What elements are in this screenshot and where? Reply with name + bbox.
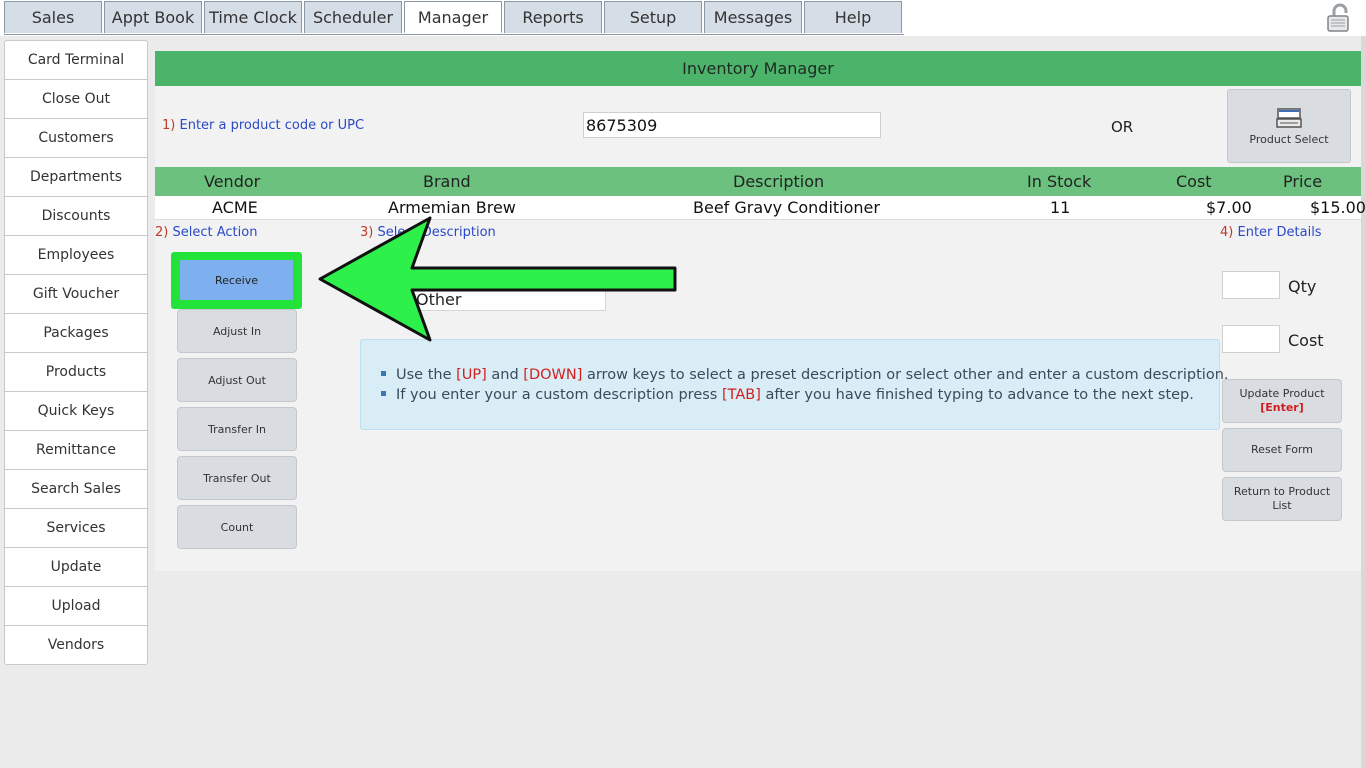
help-line-2: If you enter your a custom description p…: [381, 387, 1194, 403]
sidebar-item-search-sales[interactable]: Search Sales: [5, 470, 147, 509]
table-row[interactable]: ACME Armemian Brew Beef Gravy Conditione…: [155, 196, 1366, 220]
receive-button[interactable]: Receive: [180, 260, 293, 300]
update-product-label: Update Product: [1239, 387, 1325, 400]
page-title: Inventory Manager: [155, 51, 1361, 86]
step3-number: 3): [360, 225, 374, 240]
or-label: OR: [1111, 118, 1134, 136]
transfer-in-button[interactable]: Transfer In: [177, 407, 297, 451]
reset-form-button[interactable]: Reset Form: [1222, 428, 1342, 472]
receive-highlight: Receive: [171, 252, 302, 309]
tab-time-clock[interactable]: Time Clock: [204, 1, 302, 33]
step2-label: 2) Select Action: [155, 225, 257, 240]
tab-scheduler[interactable]: Scheduler: [304, 1, 402, 33]
tab-appt-book[interactable]: Appt Book: [104, 1, 202, 33]
sidebar-item-remittance[interactable]: Remittance: [5, 431, 147, 470]
unlock-icon[interactable]: [1325, 3, 1355, 33]
sidebar-item-products[interactable]: Products: [5, 353, 147, 392]
tab-reports[interactable]: Reports: [504, 1, 602, 33]
top-nav: Sales Appt Book Time Clock Scheduler Man…: [0, 0, 1366, 36]
update-product-button[interactable]: Update Product [Enter]: [1222, 379, 1342, 423]
help-line-1-b: and: [486, 367, 524, 383]
step3-label: 3) Select Description: [360, 225, 496, 240]
help-infobox: Use the [UP] and [DOWN] arrow keys to se…: [360, 339, 1229, 430]
sidebar-item-discounts[interactable]: Discounts: [5, 197, 147, 236]
sidebar-item-upload[interactable]: Upload: [5, 587, 147, 626]
tab-help[interactable]: Help: [804, 1, 902, 33]
key-up: [UP]: [456, 367, 487, 383]
sidebar-item-vendors[interactable]: Vendors: [5, 626, 147, 664]
cost-input[interactable]: [1222, 325, 1280, 353]
cell-cost: $7.00: [1206, 198, 1252, 217]
return-to-product-list-button[interactable]: Return to Product List: [1222, 477, 1342, 521]
cell-price: $15.00: [1310, 198, 1366, 217]
bullet-icon: [381, 390, 386, 396]
sidebar-item-packages[interactable]: Packages: [5, 314, 147, 353]
help-line-1: Use the [UP] and [DOWN] arrow keys to se…: [381, 367, 1229, 383]
sidebar-item-quick-keys[interactable]: Quick Keys: [5, 392, 147, 431]
step4-text: Enter Details: [1237, 225, 1322, 240]
tab-sales[interactable]: Sales: [4, 1, 102, 33]
register-icon: [1276, 107, 1302, 128]
cell-brand: Armemian Brew: [388, 198, 516, 217]
tab-divider: [4, 34, 904, 35]
return-label: Return to Product List: [1233, 485, 1331, 512]
step4-number: 4): [1220, 225, 1234, 240]
transfer-out-button[interactable]: Transfer Out: [177, 456, 297, 500]
qty-input[interactable]: [1222, 271, 1280, 299]
sidebar-item-departments[interactable]: Departments: [5, 158, 147, 197]
col-brand: Brand: [423, 172, 471, 191]
step1-text: Enter a product code or UPC: [179, 118, 365, 133]
help-line-1-a: Use the: [396, 367, 457, 383]
tab-messages[interactable]: Messages: [704, 1, 802, 33]
bullet-icon: [381, 370, 386, 376]
table-header: Vendor Brand Description In Stock Cost P…: [155, 167, 1361, 196]
sidebar-item-gift-voucher[interactable]: Gift Voucher: [5, 275, 147, 314]
help-line-2-a: If you enter your a custom description p…: [396, 387, 722, 403]
cell-in-stock: 11: [1050, 198, 1071, 217]
sidebar-item-close-out[interactable]: Close Out: [5, 80, 147, 119]
step1-number: 1): [162, 118, 176, 133]
selected-bullet: [362, 296, 369, 303]
sidebar-item-card-terminal[interactable]: Card Terminal: [5, 41, 147, 80]
step2-text: Select Action: [172, 225, 258, 240]
sidebar-item-employees[interactable]: Employees: [5, 236, 147, 275]
step3-text: Select Description: [377, 225, 496, 240]
qty-label: Qty: [1288, 277, 1317, 296]
col-in-stock: In Stock: [1027, 172, 1092, 191]
cost-label: Cost: [1288, 331, 1324, 350]
tab-manager[interactable]: Manager: [404, 1, 502, 33]
adjust-in-button[interactable]: Adjust In: [177, 309, 297, 353]
col-cost: Cost: [1176, 172, 1212, 191]
key-tab: [TAB]: [721, 387, 761, 403]
adjust-out-button[interactable]: Adjust Out: [177, 358, 297, 402]
help-line-1-c: arrow keys to select a preset descriptio…: [582, 367, 1229, 383]
col-description: Description: [733, 172, 825, 191]
inventory-manager-panel: Inventory Manager 1) Enter a product cod…: [155, 51, 1366, 571]
count-button[interactable]: Count: [177, 505, 297, 549]
key-down: [DOWN]: [523, 367, 583, 383]
cell-description: Beef Gravy Conditioner: [693, 198, 880, 217]
tab-setup[interactable]: Setup: [604, 1, 702, 33]
cell-vendor: ACME: [212, 198, 258, 217]
product-select-label: Product Select: [1249, 132, 1329, 146]
col-price: Price: [1283, 172, 1323, 191]
col-vendor: Vendor: [204, 172, 261, 191]
step1-label: 1) Enter a product code or UPC: [162, 118, 364, 133]
product-select-button[interactable]: Product Select: [1227, 89, 1351, 163]
scrollbar[interactable]: [1361, 36, 1366, 768]
sidebar-item-update[interactable]: Update: [5, 548, 147, 587]
description-option-other[interactable]: Other: [407, 287, 606, 311]
sidebar-item-customers[interactable]: Customers: [5, 119, 147, 158]
step2-number: 2): [155, 225, 169, 240]
sidebar-item-services[interactable]: Services: [5, 509, 147, 548]
upc-input[interactable]: 8675309: [583, 112, 881, 138]
step4-label: 4) Enter Details: [1220, 225, 1322, 240]
description-option-order[interactable]: Order: [377, 259, 414, 274]
sidebar: Card Terminal Close Out Customers Depart…: [4, 40, 148, 665]
update-product-key: [Enter]: [1260, 401, 1304, 414]
reset-form-label: Reset Form: [1251, 443, 1313, 456]
help-line-2-b: after you have finished typing to advanc…: [760, 387, 1194, 403]
